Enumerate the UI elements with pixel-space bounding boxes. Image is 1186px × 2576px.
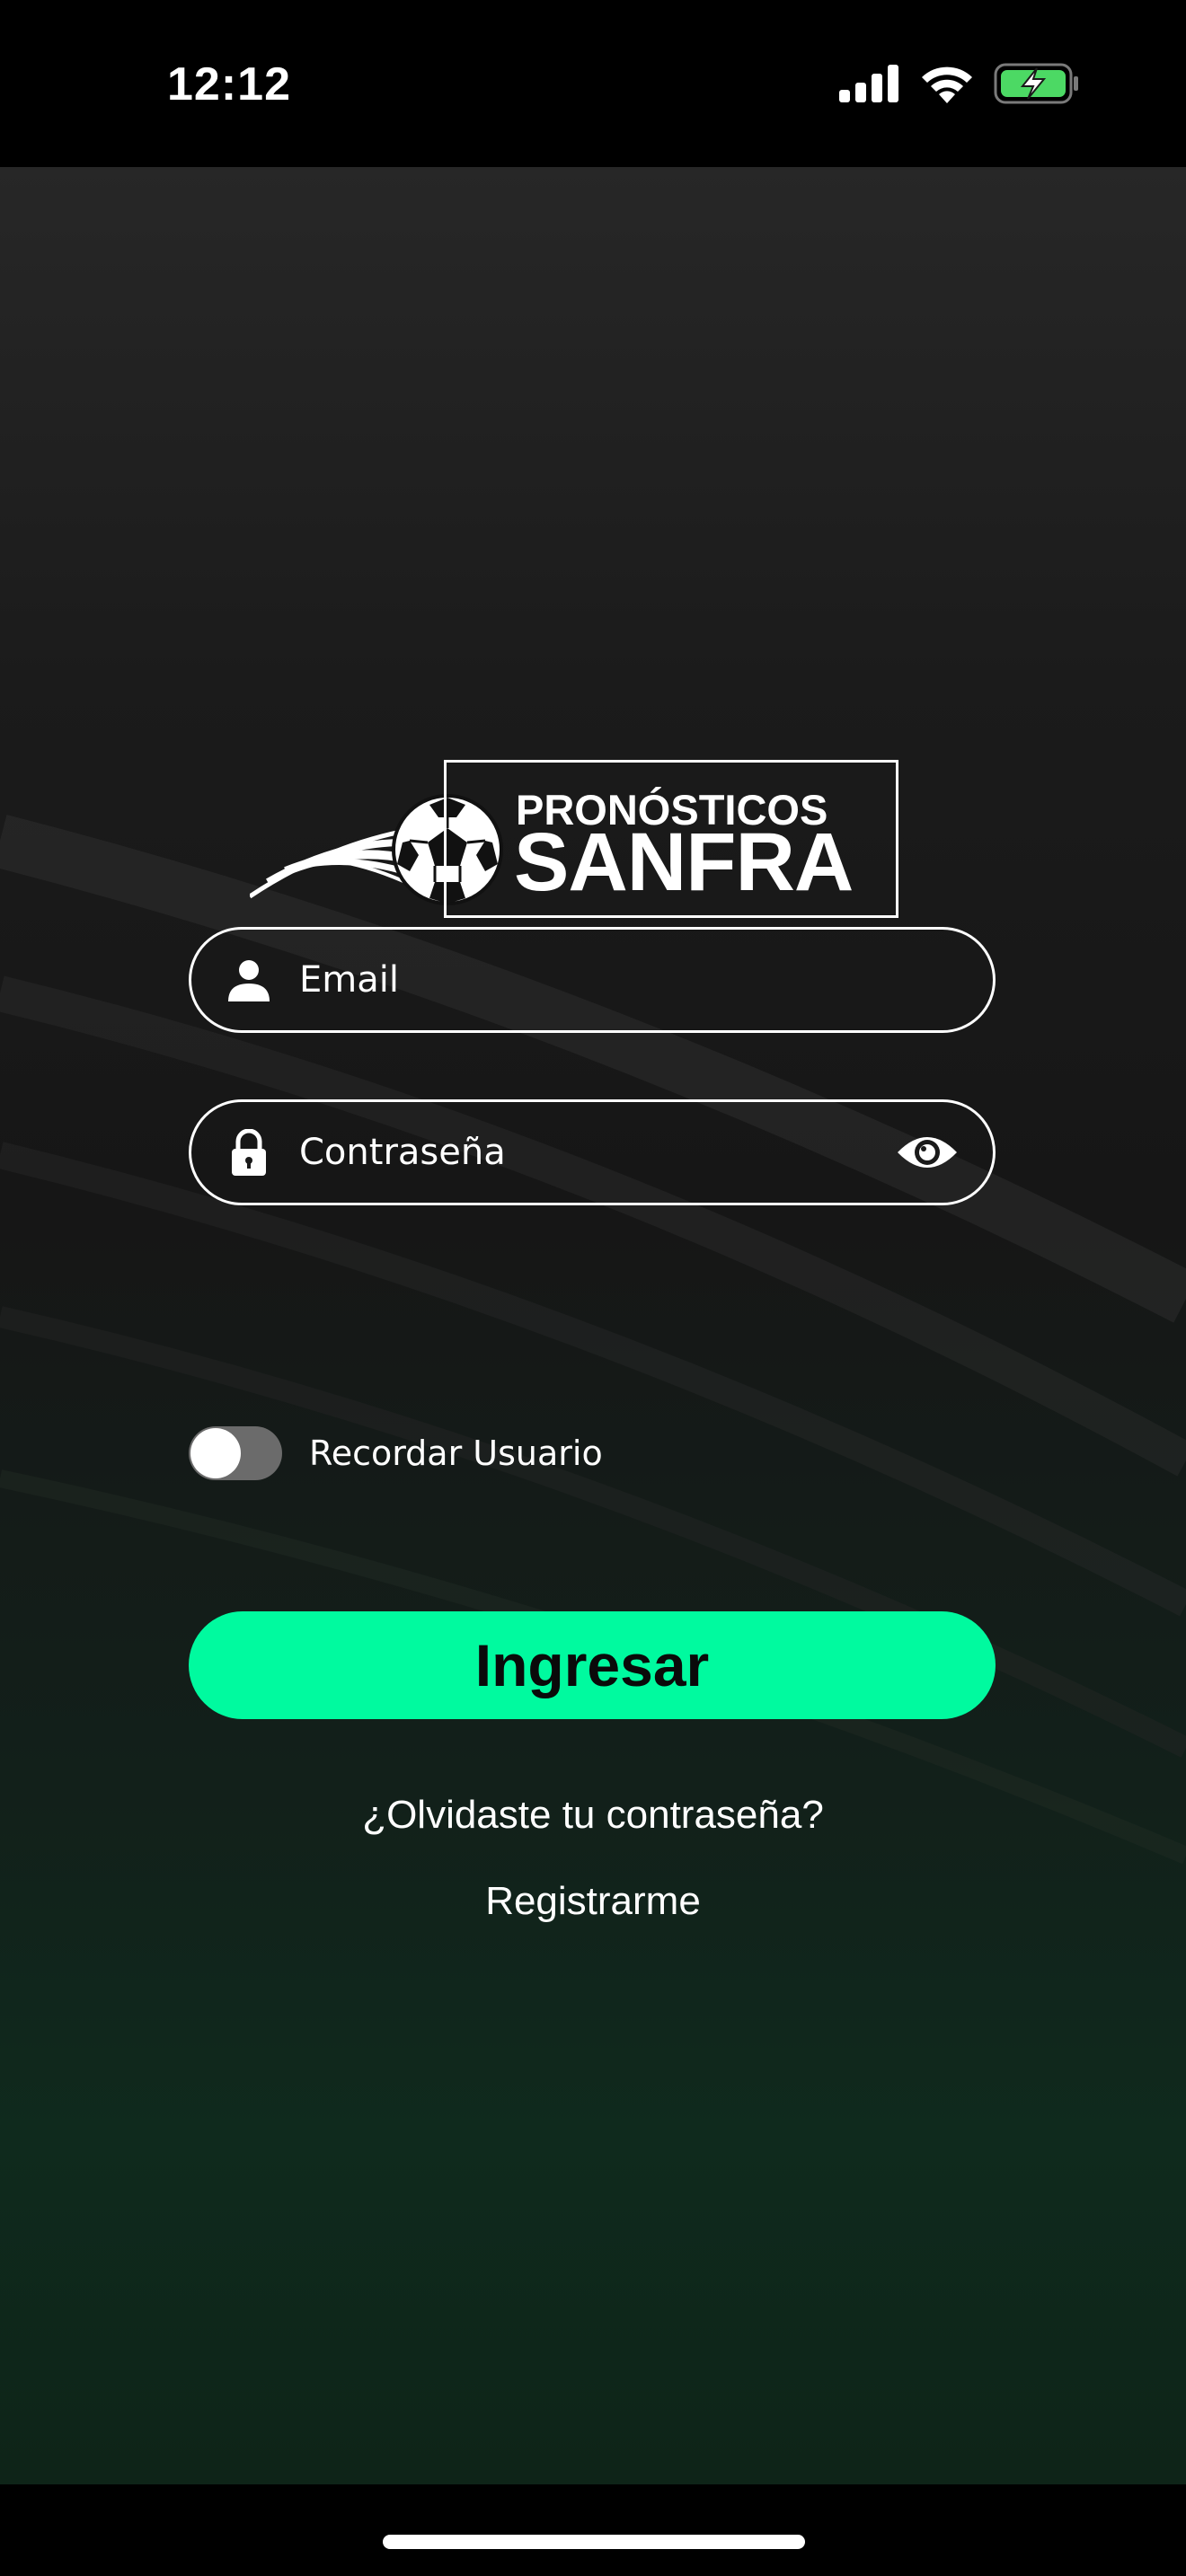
user-icon — [228, 960, 270, 1001]
lock-icon — [232, 1129, 266, 1176]
eye-icon[interactable] — [896, 1129, 959, 1176]
register-link[interactable]: Registrarme — [0, 1879, 1186, 1924]
toggle-knob — [190, 1428, 241, 1478]
login-button[interactable]: Ingresar — [189, 1611, 996, 1719]
status-bar: 12:12 — [0, 0, 1186, 167]
logo-title-line2: SANFRA — [514, 816, 854, 908]
battery-charging-icon — [994, 63, 1078, 104]
email-input[interactable] — [299, 930, 892, 1030]
status-icons — [839, 63, 1080, 104]
login-screen: 12:12 PRONÓSTICOS SANFRA Email Recordar … — [0, 0, 1186, 2576]
home-bar — [0, 2484, 1186, 2576]
password-field-container[interactable] — [189, 1099, 996, 1205]
password-input[interactable] — [299, 1102, 892, 1203]
status-time: 12:12 — [167, 58, 291, 110]
remember-user-label: Recordar Usuario — [309, 1434, 603, 1473]
email-field-container[interactable] — [189, 927, 996, 1033]
app-logo: PRONÓSTICOS SANFRA — [250, 591, 901, 923]
forgot-password-link[interactable]: ¿Olvidaste tu contraseña? — [0, 1793, 1186, 1838]
signal-icon — [839, 65, 898, 102]
home-indicator[interactable] — [383, 2535, 805, 2549]
main-content — [0, 167, 1186, 2484]
remember-user-toggle[interactable] — [189, 1426, 282, 1480]
remember-user-row: Recordar Usuario — [189, 1426, 603, 1480]
wifi-icon — [922, 66, 972, 103]
